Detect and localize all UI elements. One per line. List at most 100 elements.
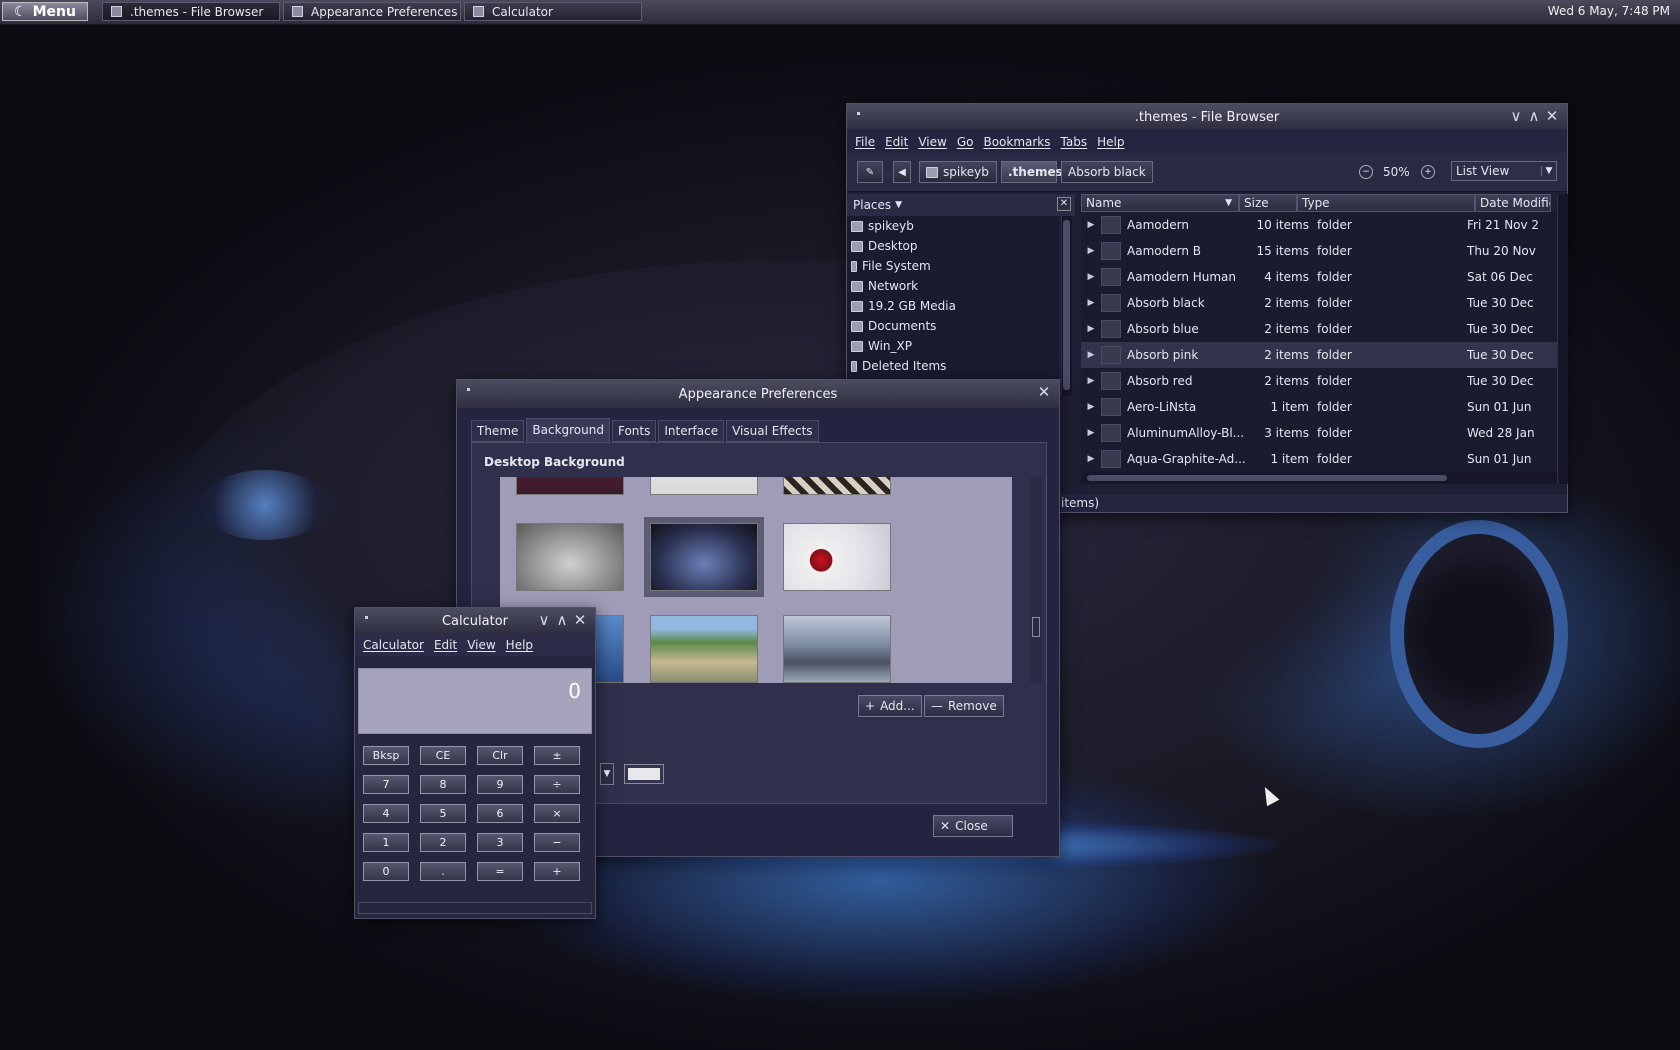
tab-theme[interactable]: Theme bbox=[471, 420, 525, 442]
key-2[interactable]: 2 bbox=[420, 833, 466, 852]
color-picker-button[interactable] bbox=[624, 764, 664, 784]
view-mode-select[interactable]: List View ▼ bbox=[1451, 161, 1557, 181]
key-clear-entry[interactable]: CE bbox=[420, 746, 466, 765]
table-row[interactable]: ▶ Aamodern 10 items folder Fri 21 Nov 2 bbox=[1081, 212, 1557, 238]
taskbar-item-file-browser[interactable]: .themes - File Browser bbox=[102, 2, 280, 21]
place-item-network[interactable]: Network bbox=[847, 276, 1059, 296]
window-menu-icon[interactable] bbox=[857, 112, 860, 115]
expander-icon[interactable]: ▶ bbox=[1081, 376, 1101, 386]
panel-clock[interactable]: Wed 6 May, 7:48 PM bbox=[1548, 4, 1670, 18]
close-icon[interactable]: ✕ bbox=[573, 612, 587, 628]
table-row[interactable]: ▶ Aero-LiNsta 1 item folder Sun 01 Jun bbox=[1081, 394, 1557, 420]
key-6[interactable]: 6 bbox=[477, 804, 523, 823]
menu-edit[interactable]: Edit bbox=[434, 638, 457, 652]
key-add[interactable]: + bbox=[534, 862, 580, 881]
key-1[interactable]: 1 bbox=[363, 833, 409, 852]
place-item-documents[interactable]: Documents bbox=[847, 316, 1059, 336]
tab-fonts[interactable]: Fonts bbox=[611, 420, 657, 442]
table-row-selected[interactable]: ▶ Absorb pink 2 items folder Tue 30 Dec bbox=[1081, 342, 1557, 368]
tab-interface[interactable]: Interface bbox=[658, 420, 725, 442]
window-menu-icon[interactable] bbox=[467, 388, 470, 391]
table-row[interactable]: ▶ Absorb blue 2 items folder Tue 30 Dec bbox=[1081, 316, 1557, 342]
remove-button[interactable]: — Remove bbox=[924, 695, 1004, 717]
wallpaper-thumb[interactable] bbox=[650, 477, 758, 495]
key-equals[interactable]: = bbox=[477, 862, 523, 881]
place-item-deleted[interactable]: Deleted Items bbox=[847, 356, 1059, 376]
expander-icon[interactable]: ▶ bbox=[1081, 350, 1101, 360]
scrollbar-thumb[interactable] bbox=[1063, 220, 1070, 390]
place-item-media[interactable]: 19.2 GB Media bbox=[847, 296, 1059, 316]
expander-icon[interactable]: ▶ bbox=[1081, 428, 1101, 438]
wallpaper-thumb-selected[interactable] bbox=[644, 517, 764, 597]
places-dropdown[interactable]: Places bbox=[853, 198, 891, 212]
file-browser-titlebar[interactable]: .themes - File Browser ∨ ∧ ✕ bbox=[847, 104, 1567, 130]
menu-tabs[interactable]: Tabs bbox=[1061, 135, 1088, 149]
place-item-file-system[interactable]: File System bbox=[847, 256, 1059, 276]
close-icon[interactable]: ✕ bbox=[1545, 108, 1559, 124]
add-button[interactable]: + Add... bbox=[858, 695, 922, 717]
key-0[interactable]: 0 bbox=[363, 862, 409, 881]
menu-view[interactable]: View bbox=[918, 135, 946, 149]
close-button[interactable]: ✕ Close bbox=[933, 815, 1013, 837]
key-5[interactable]: 5 bbox=[420, 804, 466, 823]
key-divide[interactable]: ÷ bbox=[534, 775, 580, 794]
key-9[interactable]: 9 bbox=[477, 775, 523, 794]
zoom-in-icon[interactable]: + bbox=[1421, 165, 1435, 179]
table-row[interactable]: ▶ AluminumAlloy-Bl... 3 items folder Wed 28 … bbox=[1081, 420, 1557, 446]
close-icon[interactable]: ✕ bbox=[1037, 384, 1051, 400]
menu-calculator[interactable]: Calculator bbox=[363, 638, 424, 652]
wallpaper-thumb[interactable] bbox=[516, 523, 624, 591]
place-item-desktop[interactable]: Desktop bbox=[847, 236, 1059, 256]
table-row[interactable]: ▶ Aamodern Human 4 items folder Sat 06 Dec bbox=[1081, 264, 1557, 290]
table-row[interactable]: ▶ Aamodern B 15 items folder Thu 20 Nov bbox=[1081, 238, 1557, 264]
calculator-display[interactable]: 0 bbox=[358, 668, 592, 734]
key-backspace[interactable]: Bksp bbox=[363, 746, 409, 765]
table-row[interactable]: ▶ Absorb black 2 items folder Tue 30 Dec bbox=[1081, 290, 1557, 316]
key-8[interactable]: 8 bbox=[420, 775, 466, 794]
table-row[interactable]: ▶ Aqua-Graphite-Ad... 1 item folder Sun 01 J… bbox=[1081, 446, 1557, 472]
maximize-icon[interactable]: ∧ bbox=[555, 612, 569, 628]
colors-dropdown-arrow[interactable]: ▼ bbox=[600, 763, 614, 785]
expander-icon[interactable]: ▶ bbox=[1081, 298, 1101, 308]
key-decimal[interactable]: . bbox=[420, 862, 466, 881]
wallpaper-thumb[interactable] bbox=[650, 615, 758, 683]
scrollbar-thumb[interactable] bbox=[1032, 617, 1040, 637]
key-multiply[interactable]: × bbox=[534, 804, 580, 823]
chevron-down-icon[interactable]: ▼ bbox=[895, 200, 902, 210]
expander-icon[interactable]: ▶ bbox=[1081, 454, 1101, 464]
taskbar-item-calculator[interactable]: Calculator bbox=[464, 2, 642, 21]
close-sidebar-icon[interactable]: ✕ bbox=[1057, 197, 1071, 211]
file-list-hscrollbar[interactable] bbox=[1081, 472, 1557, 484]
expander-icon[interactable]: ▶ bbox=[1081, 220, 1101, 230]
column-date[interactable]: Date Modifie bbox=[1475, 194, 1551, 212]
menu-view[interactable]: View bbox=[467, 638, 495, 652]
places-scrollbar[interactable] bbox=[1061, 216, 1072, 396]
key-7[interactable]: 7 bbox=[363, 775, 409, 794]
key-4[interactable]: 4 bbox=[363, 804, 409, 823]
calculator-titlebar[interactable]: Calculator ∨ ∧ ✕ bbox=[355, 608, 595, 634]
expander-icon[interactable]: ▶ bbox=[1081, 324, 1101, 334]
menu-help[interactable]: Help bbox=[1097, 135, 1124, 149]
menu-file[interactable]: File bbox=[855, 135, 875, 149]
column-size[interactable]: Size bbox=[1239, 194, 1297, 212]
key-subtract[interactable]: − bbox=[534, 833, 580, 852]
minimize-icon[interactable]: ∨ bbox=[537, 612, 551, 628]
key-plus-minus[interactable]: ± bbox=[534, 746, 580, 765]
minimize-icon[interactable]: ∨ bbox=[1509, 108, 1523, 124]
appearance-titlebar[interactable]: Appearance Preferences ✕ bbox=[457, 380, 1059, 408]
column-type[interactable]: Type bbox=[1297, 194, 1475, 212]
menu-go[interactable]: Go bbox=[957, 135, 974, 149]
taskbar-item-appearance[interactable]: Appearance Preferences bbox=[283, 2, 461, 21]
wallpaper-thumb[interactable] bbox=[783, 477, 891, 495]
key-clear[interactable]: Clr bbox=[477, 746, 523, 765]
window-menu-icon[interactable] bbox=[365, 616, 368, 619]
wallpaper-thumb[interactable] bbox=[783, 523, 891, 591]
place-item-win-xp[interactable]: Win_XP bbox=[847, 336, 1059, 356]
maximize-icon[interactable]: ∧ bbox=[1527, 108, 1541, 124]
gallery-scrollbar[interactable] bbox=[1030, 477, 1042, 683]
scrollbar-thumb[interactable] bbox=[1087, 475, 1447, 481]
menu-bookmarks[interactable]: Bookmarks bbox=[983, 135, 1050, 149]
wallpaper-thumb[interactable] bbox=[516, 477, 624, 495]
file-list-scrollbar[interactable] bbox=[1557, 194, 1568, 484]
place-item-home[interactable]: spikeyb bbox=[847, 216, 1059, 236]
